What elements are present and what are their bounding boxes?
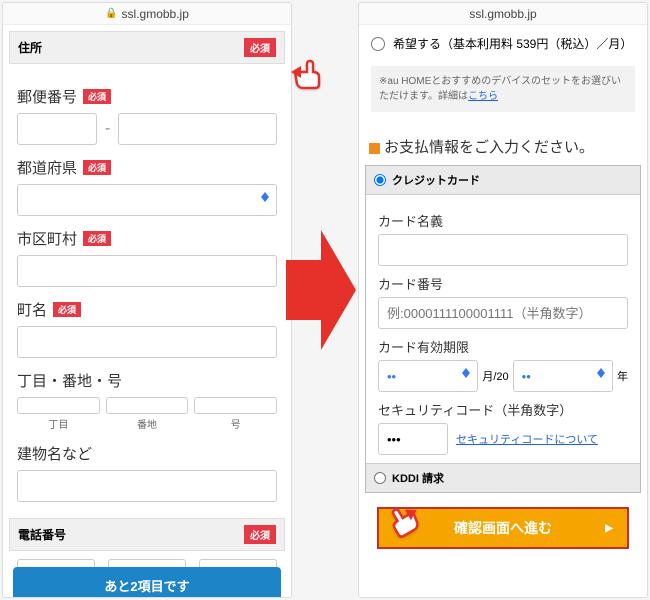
browser-bar-right: ssl.gmobb.jp	[359, 3, 647, 25]
pointer-hand-icon	[289, 52, 329, 92]
url-text: ssl.gmobb.jp	[122, 7, 189, 21]
payment-form: 希望する（基本利用料 539円（税込）／月） ※au HOMEとおすすめのデバイ…	[359, 25, 647, 549]
chome-input[interactable]	[17, 397, 100, 414]
prefecture-select[interactable]	[17, 184, 277, 216]
address-form: 住所 必須 郵便番号 必須 - 都道府県 必須	[3, 25, 291, 597]
browser-bar-left: 🔒 ssl.gmobb.jp	[3, 3, 291, 25]
payment-section-title: お支払情報をご入力ください。	[359, 124, 647, 165]
label-town: 町名 必須	[17, 299, 277, 320]
label-block: 丁目・番地・号	[17, 370, 277, 391]
dash-icon: -	[105, 120, 110, 138]
payment-box: クレジットカード カード名義 カード番号 カード有効期限 •• 月/20 •• …	[365, 165, 641, 493]
sublabel-banchi: 番地	[106, 416, 189, 431]
kddi-radio[interactable]	[374, 472, 386, 484]
gou-input[interactable]	[194, 397, 277, 414]
required-badge: 必須	[83, 160, 111, 175]
expiry-month-suffix: 月/20	[482, 368, 508, 384]
section-title: 電話番号	[18, 526, 66, 543]
banchi-input[interactable]	[106, 397, 189, 414]
expiry-month-select[interactable]: ••	[378, 360, 478, 392]
security-help-link[interactable]: セキュリティコードについて	[456, 431, 598, 447]
cardname-input[interactable]	[378, 234, 628, 266]
label-building: 建物名など	[17, 443, 277, 464]
pay-method-kddi[interactable]: KDDI 請求	[366, 463, 640, 492]
town-input[interactable]	[17, 326, 277, 358]
security-code-input[interactable]	[378, 423, 448, 455]
cardno-input[interactable]	[378, 297, 628, 329]
expiry-year-suffix: 年	[617, 368, 628, 384]
label-pref: 都道府県 必須	[17, 157, 277, 178]
label-security: セキュリティコード（半角数字）	[378, 400, 628, 419]
option-row[interactable]: 希望する（基本利用料 539円（税込）／月）	[359, 25, 647, 62]
progress-banner: あと2項目です	[13, 567, 281, 597]
label-zip: 郵便番号 必須	[17, 86, 277, 107]
option-note: ※au HOMEとおすすめのデバイスのセットをお選びいただけます。詳細はこちら	[371, 66, 635, 112]
section-header-phone: 電話番号 必須	[9, 518, 285, 551]
kddi-label: KDDI 請求	[392, 470, 444, 486]
zip-first-input[interactable]	[17, 113, 97, 145]
lock-icon: 🔒	[105, 8, 117, 19]
pay-method-credit[interactable]: クレジットカード	[366, 166, 640, 195]
required-badge: 必須	[83, 231, 111, 246]
city-input[interactable]	[17, 255, 277, 287]
label-expiry: カード有効期限	[378, 337, 628, 356]
option-radio[interactable]	[371, 37, 385, 51]
url-text: ssl.gmobb.jp	[469, 7, 536, 21]
sublabel-gou: 号	[194, 416, 277, 431]
section-header-address: 住所 必須	[9, 31, 285, 64]
pointer-hand-icon	[381, 499, 421, 539]
sublabel-chome: 丁目	[17, 416, 100, 431]
credit-label: クレジットカード	[392, 172, 480, 188]
building-input[interactable]	[17, 470, 277, 502]
required-badge: 必須	[83, 89, 111, 104]
label-city: 市区町村 必須	[17, 228, 277, 249]
expiry-year-select[interactable]: ••	[513, 360, 613, 392]
required-badge: 必須	[53, 302, 81, 317]
square-icon	[369, 143, 380, 154]
required-badge: 必須	[244, 525, 276, 544]
chevron-right-icon: ▶	[605, 523, 613, 534]
zip-second-input[interactable]	[118, 113, 277, 145]
section-title: 住所	[18, 39, 42, 56]
transition-arrow-icon	[286, 230, 356, 350]
submit-label: 確認画面へ進む	[454, 518, 552, 538]
note-link[interactable]: こちら	[468, 91, 498, 102]
label-cardname: カード名義	[378, 211, 628, 230]
required-badge: 必須	[244, 38, 276, 57]
option-label: 希望する（基本利用料 539円（税込）／月）	[393, 35, 632, 52]
label-cardno: カード番号	[378, 274, 628, 293]
credit-radio[interactable]	[374, 174, 386, 186]
left-phone: 🔒 ssl.gmobb.jp 住所 必須 郵便番号 必須 -	[2, 2, 292, 598]
